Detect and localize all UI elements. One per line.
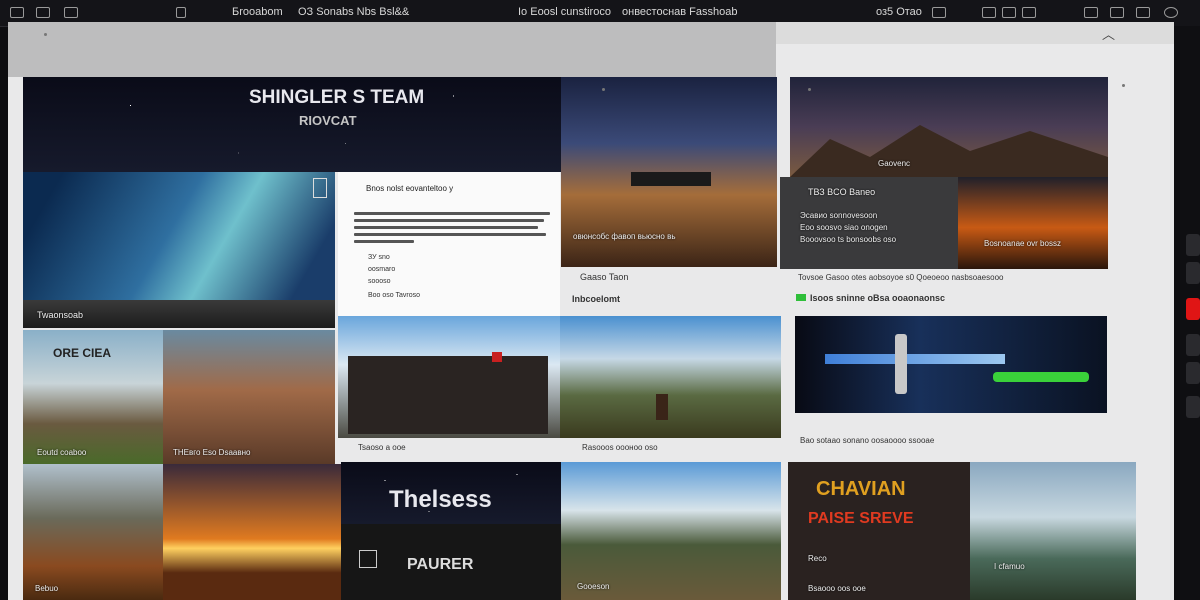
green-indicator-icon [796, 294, 806, 301]
gadget-caption: Bao sotaao sonano oosaoooo ssooae [800, 436, 935, 445]
toolbar-label-3[interactable]: Io Eoosl cunstiroco [518, 6, 611, 18]
indicator-dot [602, 88, 605, 91]
side-heading: Inbcoelomt [572, 294, 621, 304]
toolbar-label-5[interactable]: оз5 Отао [876, 6, 922, 18]
panel-icon[interactable] [982, 7, 996, 18]
dark-panel-line: Booovsoo ts bonsoobs oso [800, 235, 897, 244]
tile-team-banner[interactable]: SHINGLER S TEAM RIOVCAT [23, 77, 561, 172]
sidebar-button[interactable] [1186, 334, 1200, 356]
toolbar-label-1[interactable]: Бrooabom [232, 6, 283, 18]
mountain-right-caption: ТНЕвго Eso Dsaавно [173, 448, 251, 457]
sidebar-button[interactable] [1186, 234, 1200, 256]
text-card-footer: Boo oso Tavroso [368, 292, 421, 299]
hut-shape [656, 394, 668, 420]
team-title: SHINGLER S TEAM [249, 87, 425, 108]
sidebar-button[interactable] [1186, 396, 1200, 418]
tile-chavian[interactable]: CHAVIAN PAISE SREVE Reco Bsaooo oos ooe [788, 462, 970, 600]
tile-dark-panel[interactable]: ТВЗ BCO Baneo Эсавио sonnovesoon Eoo soo… [780, 177, 958, 269]
green-heading: Isoos sninne oBsa ooaonaonsc [810, 293, 946, 303]
dark-panel-line: Эсавио sonnovesoon [800, 211, 878, 220]
tile-sunset[interactable]: Bosnoanae ovr bossz [958, 177, 1108, 269]
chavian-subtitle: PAISE SREVE [808, 510, 914, 527]
dark-panel-heading: ТВЗ BCO Baneo [808, 187, 876, 197]
mountain-shape [790, 125, 1108, 177]
tile-mountain-right[interactable]: ТНЕвго Eso Dsaавно [163, 330, 335, 464]
team-subtitle: RIOVCAT [299, 113, 357, 128]
green-bar [993, 372, 1089, 382]
body-line [354, 226, 538, 229]
indicator-dot [1122, 84, 1125, 87]
city-caption: Tsaoso a ooe [358, 443, 406, 452]
tile-landscape[interactable] [560, 316, 781, 438]
toolbar-label-2[interactable]: ОЗ Sonabs Nbs Bsl&& [298, 6, 409, 18]
tile-mountain-peak[interactable]: Gaovenc [790, 77, 1108, 177]
mountain-left-title: ORE CIEA [53, 346, 112, 360]
tile-city[interactable] [338, 316, 560, 438]
menu-icon[interactable] [64, 7, 78, 18]
mountain-peak-caption: Gaovenc [878, 159, 911, 168]
mountain-left-caption: Eoutd coaboo [37, 448, 87, 457]
tile-sunrise[interactable] [163, 464, 341, 600]
tile-pauer[interactable]: PAURER [341, 524, 561, 600]
body-line [354, 240, 414, 243]
toolbar-label-4[interactable]: онвестоснав Fasshoab [622, 6, 737, 18]
grid-icon[interactable] [36, 7, 50, 18]
bullet-item: soooso [368, 278, 391, 285]
fullscreen-icon[interactable] [1136, 7, 1150, 18]
tile-bottom-left[interactable]: Bebuo [23, 464, 163, 600]
sidebar-button[interactable] [1186, 362, 1200, 384]
collapse-chevron-icon[interactable]: ︿ [1102, 24, 1115, 43]
body-line [354, 233, 546, 236]
dark-panel-line: Eoo soosvo siao onogen [800, 223, 888, 232]
sunset-caption: Bosnoanae ovr bossz [984, 239, 1061, 248]
body-line [354, 219, 544, 222]
tile-space-platform[interactable]: овюнсобс фавоп вьюсно вь [561, 77, 777, 267]
city-buildings [348, 356, 548, 434]
landscape-caption: Rasooos оооноо oso [582, 443, 658, 452]
layout-icon[interactable] [932, 7, 946, 18]
tile-thebess[interactable]: Thelsess [341, 462, 561, 524]
device-icon [313, 178, 327, 198]
bullet-item: oosmaro [368, 266, 396, 273]
sidebar-button-active[interactable] [1186, 298, 1200, 320]
bottom-chavian-caption: Bsaooo oos ooe [808, 584, 866, 593]
pauer-label: PAURER [407, 556, 474, 573]
tile-mountain-left[interactable]: ORE CIEA Eoutd coaboo [23, 330, 163, 464]
text-card: Bnos nolst eovanteltoo y ЗУ sno oosmaro … [338, 172, 560, 317]
gadget-handle [895, 334, 907, 394]
play-icon[interactable] [359, 550, 377, 568]
bullet-item: ЗУ sno [368, 254, 390, 261]
tile-road[interactable]: Gooeson [561, 462, 781, 600]
tile-aurora[interactable]: Twaonsoab [23, 172, 335, 328]
tabs-icon[interactable] [1022, 7, 1036, 18]
bottom-road-caption: Gooeson [577, 582, 610, 591]
user-icon[interactable] [1164, 7, 1178, 18]
split-icon[interactable] [1002, 7, 1016, 18]
under-space-caption: Gaaso Taon [580, 272, 629, 282]
window-list-icon[interactable] [1110, 7, 1124, 18]
window-icon[interactable] [10, 7, 24, 18]
bottom-right-caption: I cfamuo [994, 562, 1025, 571]
header-band [8, 22, 776, 77]
beam-shape [825, 354, 1005, 364]
back-icon[interactable] [176, 7, 186, 18]
red-sign [492, 352, 502, 362]
long-caption: Tovsoe Gasoo otes aobsoyoe s0 Qoeoeoo na… [798, 273, 1004, 282]
share-icon[interactable] [1084, 7, 1098, 18]
tile-bottom-right[interactable]: I cfamuo [970, 462, 1136, 600]
tile-gadget[interactable] [795, 316, 1107, 413]
thebess-title: Thelsess [389, 486, 492, 513]
body-line [354, 212, 550, 215]
chavian-title: CHAVIAN [816, 478, 906, 500]
aurora-caption: Twaonsoab [37, 310, 84, 320]
gallery-window: ︿ SHINGLER S TEAM RIOVCAT Twaonsoab Bnos… [8, 22, 1174, 600]
indicator-dot [808, 88, 811, 91]
space-platform-caption: овюнсобс фавоп вьюсно вь [573, 232, 676, 241]
indicator-dot [44, 33, 47, 36]
platform-silhouette [631, 172, 711, 186]
sidebar-button[interactable] [1186, 262, 1200, 284]
bottom-left-caption: Bebuo [35, 584, 59, 593]
chavian-badge: Reco [808, 554, 827, 563]
text-card-heading: Bnos nolst eovanteltoo y [366, 184, 454, 193]
